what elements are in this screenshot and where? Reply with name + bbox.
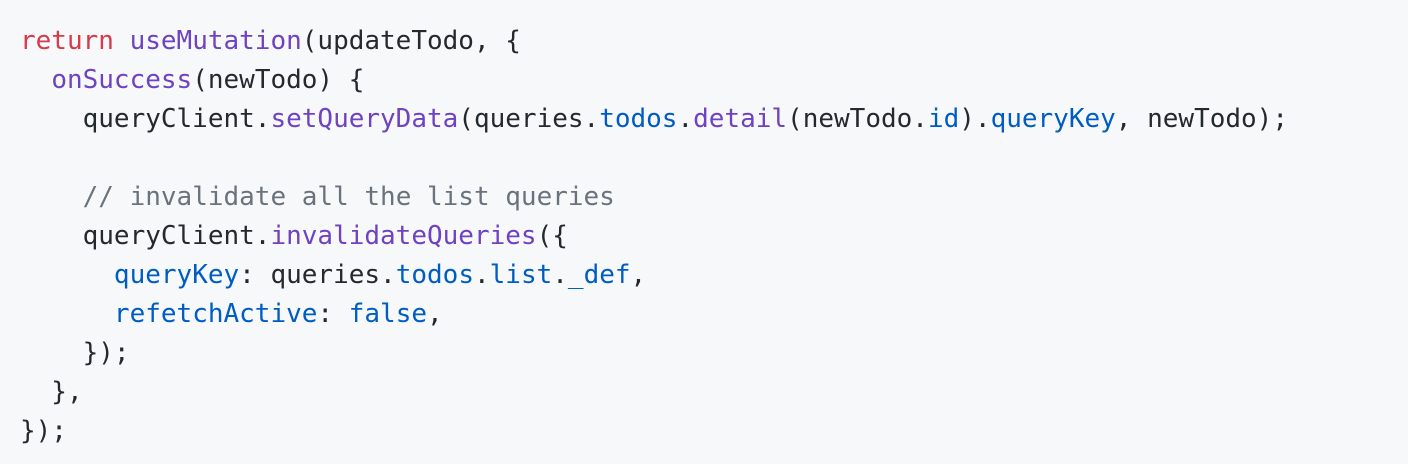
- code-token: (newTodo.: [787, 104, 928, 134]
- code-line: onSuccess(newTodo) {: [20, 61, 1408, 100]
- code-token: return: [20, 26, 114, 56]
- code-token: (newTodo) {: [192, 65, 365, 95]
- code-token: setQueryData: [270, 104, 459, 134]
- code-token: .: [552, 260, 568, 290]
- code-token: id: [927, 104, 960, 134]
- code-token: },: [20, 377, 83, 407]
- code-token: , newTodo);: [1115, 104, 1288, 134]
- code-token: :: [317, 299, 349, 329]
- code-token: queryClient.: [20, 104, 271, 134]
- code-token: queryKey: [990, 104, 1116, 134]
- code-block: return useMutation(updateTodo, { onSucce…: [0, 0, 1408, 464]
- code-token: : queries.: [239, 260, 396, 290]
- code-token: queryClient.: [20, 221, 271, 251]
- code-token: refetchActive: [113, 299, 318, 329]
- code-line: return useMutation(updateTodo, {: [20, 22, 1408, 61]
- code-content: return useMutation(updateTodo, { onSucce…: [20, 22, 1408, 451]
- code-line: queryClient.setQueryData(queries.todos.d…: [20, 100, 1408, 139]
- code-token: ,: [630, 260, 647, 290]
- code-token: ).: [959, 104, 991, 134]
- code-token: invalidateQueries: [270, 221, 537, 251]
- code-line: },: [20, 373, 1408, 412]
- code-token: (queries.: [458, 104, 600, 134]
- code-token: ({: [536, 221, 568, 251]
- code-line: // invalidate all the list queries: [20, 178, 1408, 217]
- code-token: .: [473, 260, 490, 290]
- code-line: queryClient.invalidateQueries({: [20, 217, 1408, 256]
- code-token: list: [489, 260, 553, 290]
- code-line: refetchActive: false,: [20, 295, 1408, 334]
- code-line: queryKey: queries.todos.list._def,: [20, 256, 1408, 295]
- code-token: // invalidate all the list queries: [82, 182, 615, 212]
- code-token: detail: [693, 104, 788, 134]
- code-token: todos: [599, 104, 678, 134]
- code-token: .: [677, 104, 694, 134]
- code-token: (updateTodo, {: [301, 26, 521, 56]
- code-token: onSuccess: [51, 65, 193, 95]
- code-token: ,: [427, 299, 443, 329]
- code-token: });: [20, 338, 130, 368]
- code-token: useMutation: [129, 26, 302, 56]
- code-token: queryKey: [113, 260, 240, 290]
- code-token: });: [20, 416, 67, 446]
- code-token: todos: [395, 260, 474, 290]
- code-token: _def: [567, 260, 631, 290]
- code-line: });: [20, 334, 1408, 373]
- code-token: false: [348, 299, 428, 329]
- code-line: });: [20, 412, 1408, 451]
